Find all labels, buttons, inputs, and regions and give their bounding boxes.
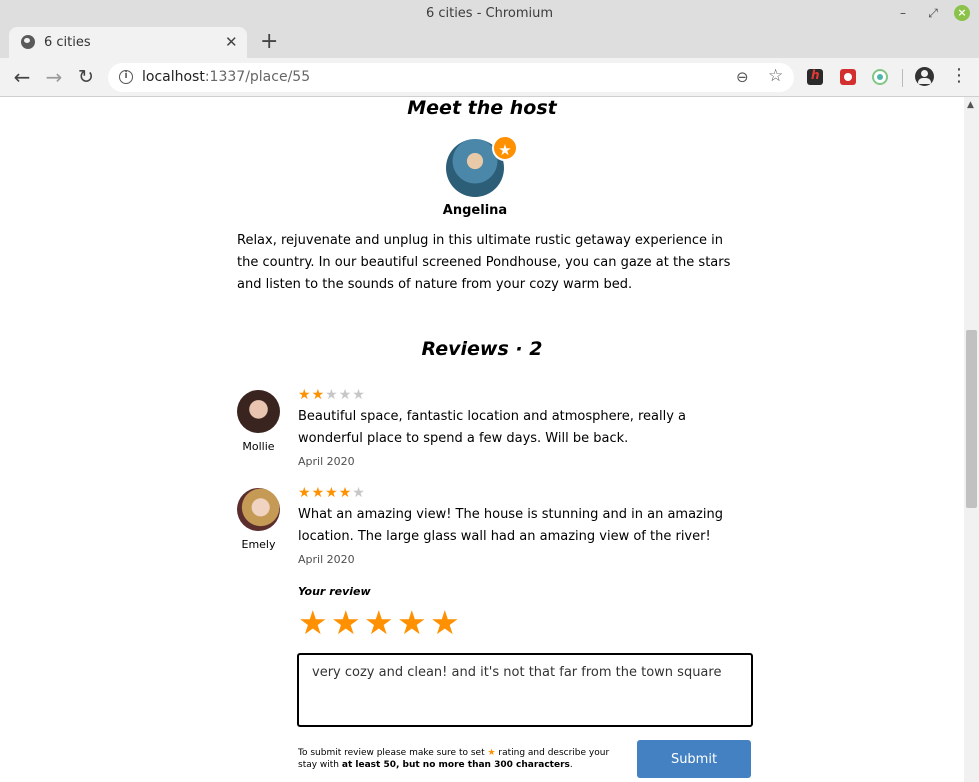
host-section-title: Meet the host <box>407 97 557 119</box>
window-titlebar: 6 cities - Chromium – ⤢ × <box>0 0 979 27</box>
scrollbar-thumb[interactable] <box>966 330 977 508</box>
address-bar[interactable]: i localhost:1337/place/55 ⊖ ☆ <box>108 63 794 92</box>
forward-arrow-icon[interactable]: → <box>43 66 65 88</box>
star-empty-icon: ★ <box>338 387 353 403</box>
star-filled-icon: ★ <box>338 485 353 501</box>
helper-text-end: . <box>569 760 573 770</box>
url-path: :1337/place/55 <box>204 69 311 85</box>
helper-text-start: To submit review please make sure to set <box>298 748 488 758</box>
extension-red-icon[interactable] <box>840 69 856 85</box>
review-date: April 2020 <box>298 553 355 566</box>
window-title: 6 cities - Chromium <box>425 6 554 21</box>
kebab-menu-icon[interactable]: ⋮ <box>950 66 968 86</box>
close-tab-icon[interactable]: ✕ <box>225 33 238 51</box>
extension-h-icon[interactable] <box>807 68 823 85</box>
avatar <box>237 390 280 433</box>
star-filled-icon: ★ <box>325 485 339 501</box>
reviews-title: Reviews · 2 <box>421 338 543 360</box>
pro-star-icon: ★ <box>492 135 518 161</box>
back-arrow-icon[interactable]: ← <box>11 66 33 88</box>
rating-star-3-icon[interactable]: ★ <box>364 605 397 641</box>
tab-active[interactable]: 6 cities ✕ <box>9 27 247 58</box>
bookmark-star-icon[interactable]: ☆ <box>768 66 783 86</box>
review-helper-text: To submit review please make sure to set… <box>298 747 618 771</box>
minimize-icon[interactable]: – <box>895 5 911 21</box>
star-filled-icon: ★ <box>298 485 312 501</box>
scroll-up-icon[interactable]: ▲ <box>967 100 974 110</box>
rating-star-1-icon[interactable]: ★ <box>298 605 331 641</box>
tab-title: 6 cities <box>44 35 91 50</box>
page-content: Meet the host ★ Angelina Relax, rejuvena… <box>0 97 964 782</box>
extension-green-icon[interactable] <box>872 69 888 85</box>
rating-star-4-icon[interactable]: ★ <box>397 605 430 641</box>
close-window-icon[interactable]: × <box>954 5 970 21</box>
url-text[interactable]: localhost:1337/place/55 <box>142 69 310 85</box>
review-rating-stars: ★★★★★ <box>298 387 366 403</box>
rating-star-5-icon[interactable]: ★ <box>430 605 463 641</box>
restore-icon[interactable]: ⤢ <box>925 5 941 21</box>
globe-icon <box>21 35 35 49</box>
review-form-label: Your review <box>298 585 371 598</box>
rating-input[interactable]: ★ ★ ★ ★ ★ <box>298 605 463 641</box>
star-empty-icon: ★ <box>325 387 339 403</box>
review-date: April 2020 <box>298 455 355 468</box>
review-user-name: Emely <box>241 538 276 551</box>
star-filled-icon: ★ <box>298 387 312 403</box>
star-icon: ★ <box>487 748 496 758</box>
zoom-icon[interactable]: ⊖ <box>736 68 749 86</box>
tab-strip: 6 cities ✕ + <box>0 27 979 58</box>
review-user-name: Mollie <box>242 440 275 453</box>
account-icon[interactable] <box>915 67 934 86</box>
new-tab-icon[interactable]: + <box>260 30 278 54</box>
review-rating-stars: ★★★★★ <box>298 485 366 501</box>
page-scrollbar[interactable]: ▲ <box>964 97 979 782</box>
star-filled-icon: ★ <box>311 387 326 403</box>
review-textarea[interactable] <box>297 653 753 727</box>
reload-icon[interactable]: ↻ <box>75 66 97 88</box>
star-empty-icon: ★ <box>352 485 366 501</box>
avatar <box>237 488 280 531</box>
star-empty-icon: ★ <box>352 387 366 403</box>
browser-toolbar: ← → ↻ i localhost:1337/place/55 ⊖ ☆ ⋮ <box>0 58 979 97</box>
rating-star-2-icon[interactable]: ★ <box>331 605 364 641</box>
info-icon[interactable]: i <box>119 70 133 84</box>
url-host: localhost <box>142 69 205 85</box>
host-description: Relax, rejuvenate and unplug in this ult… <box>237 233 731 292</box>
submit-button[interactable]: Submit <box>637 740 751 778</box>
toolbar-divider <box>902 69 903 87</box>
review-text: Beautiful space, fantastic location and … <box>298 409 687 446</box>
host-name: Angelina <box>442 203 508 218</box>
review-text: What an amazing view! The house is stunn… <box>298 507 723 544</box>
star-filled-icon: ★ <box>311 485 326 501</box>
helper-text-bold: at least 50, but no more than 300 charac… <box>341 760 570 770</box>
